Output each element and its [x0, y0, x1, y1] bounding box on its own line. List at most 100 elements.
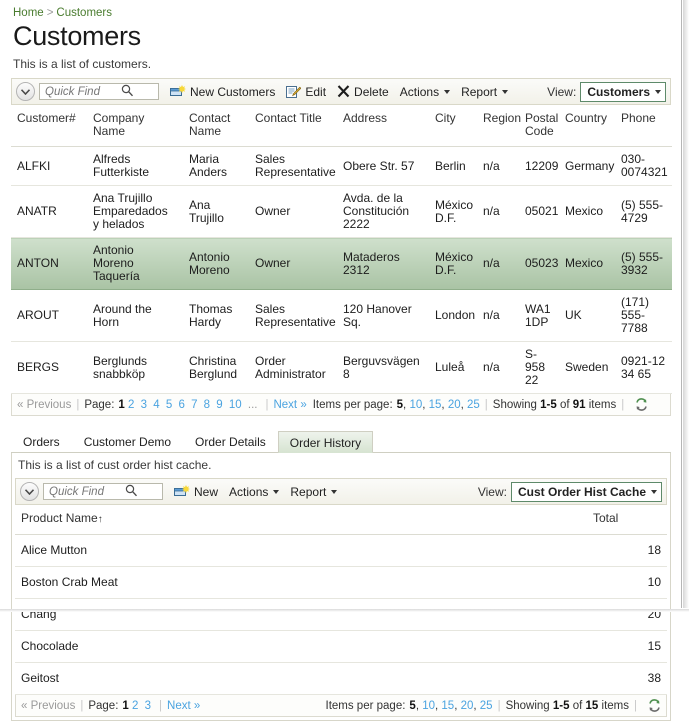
ipp-link[interactable]: 25	[480, 700, 493, 712]
ipp-link[interactable]: 15	[429, 399, 442, 411]
panel-toolbar: Quick Find New Actions Report View: Cust…	[15, 478, 667, 505]
list-item[interactable]: Geitost 38	[15, 662, 667, 695]
breadcrumb: Home > Customers	[0, 0, 681, 19]
actions-menu[interactable]: Actions	[229, 485, 280, 499]
next-page-link[interactable]: Next »	[273, 399, 306, 411]
new-customers-label: New Customers	[190, 84, 276, 99]
cell-contact-title: Owner	[249, 185, 337, 238]
report-menu[interactable]: Report	[461, 85, 509, 99]
chevron-down-icon	[331, 489, 338, 494]
cell-product-link[interactable]: Chocolade	[15, 630, 587, 663]
column-header-phone[interactable]: Phone	[615, 105, 672, 147]
tab-customer-demo[interactable]: Customer Demo	[72, 430, 183, 452]
window-shadow-right	[683, 0, 689, 608]
table-row[interactable]: BERGS Berglunds snabbköp Christina Bergl…	[11, 341, 672, 394]
view-select[interactable]: Cust Order Hist Cache	[510, 481, 662, 502]
table-row[interactable]: ALFKI Alfreds Futterkiste Maria Anders S…	[11, 146, 672, 186]
cell-company: Antonio Moreno Taquería	[87, 237, 183, 290]
cell-customer-link[interactable]: BERGS	[11, 341, 87, 394]
ipp-link[interactable]: 10	[422, 700, 435, 712]
column-header-customer[interactable]: Customer#	[11, 105, 87, 147]
column-header-address[interactable]: Address	[337, 105, 429, 147]
page-number-link[interactable]: 7	[191, 399, 197, 411]
column-header-company[interactable]: Company Name	[87, 105, 183, 147]
column-header-contact-name[interactable]: Contact Name	[183, 105, 249, 147]
column-header-region[interactable]: Region	[477, 105, 521, 147]
report-menu[interactable]: Report	[290, 485, 338, 499]
new-customers-button[interactable]: New Customers	[170, 84, 276, 99]
column-header-contact-title[interactable]: Contact Title	[249, 105, 337, 147]
tab-orders[interactable]: Orders	[11, 430, 72, 452]
ipp-link[interactable]: 10	[409, 399, 422, 411]
new-record-icon	[170, 84, 186, 99]
search-input[interactable]: Quick Find	[39, 83, 159, 100]
page-number-link[interactable]: 10	[229, 399, 242, 411]
table-row[interactable]: AROUT Around the Horn Thomas Hardy Sales…	[11, 289, 672, 342]
cell-postal: WA1 1DP	[519, 289, 559, 342]
breadcrumb-home[interactable]: Home	[13, 7, 44, 19]
previous-page-link[interactable]: « Previous	[21, 700, 75, 712]
app-page: Home > Customers Customers This is a list …	[0, 0, 682, 721]
cell-total: 10	[587, 566, 667, 599]
table-row[interactable]: ANATR Ana Trujillo Emparedados y helados…	[11, 185, 672, 238]
page-number-link[interactable]: 9	[216, 399, 222, 411]
cell-contact-name: Maria Anders	[183, 146, 249, 186]
page-number-link[interactable]: 4	[153, 399, 159, 411]
showing-of: of	[572, 699, 583, 712]
page-number-link[interactable]: 2	[128, 399, 134, 411]
cell-product-link[interactable]: Geitost	[15, 662, 587, 695]
list-item[interactable]: Chocolade 15	[15, 630, 667, 663]
delete-button[interactable]: Delete	[337, 85, 389, 99]
page-number-link[interactable]: 8	[204, 399, 210, 411]
cell-country: Germany	[559, 146, 615, 186]
cell-customer-link[interactable]: ALFKI	[11, 146, 87, 186]
page-number-link[interactable]: 5	[166, 399, 172, 411]
chevron-down-icon	[651, 489, 657, 494]
column-header-city[interactable]: City	[429, 105, 477, 147]
refresh-icon[interactable]	[635, 398, 648, 411]
edit-button[interactable]: Edit	[286, 85, 326, 99]
search-input[interactable]: Quick Find	[43, 483, 163, 500]
page-number-link[interactable]: 2	[132, 700, 138, 712]
cell-postal: S-958 22	[519, 341, 559, 394]
page-number-link[interactable]: 6	[178, 399, 184, 411]
next-page-link[interactable]: Next »	[167, 700, 200, 712]
order-history-pager: « Previous | Page: 1 2 3 | Next » Items …	[15, 695, 667, 717]
list-item[interactable]: Boston Crab Meat 10	[15, 566, 667, 599]
chevron-down-icon[interactable]	[20, 482, 39, 501]
cell-product-link[interactable]: Alice Mutton	[15, 534, 587, 567]
table-row-selected[interactable]: ANTON Antonio Moreno Taquería Antonio Mo…	[11, 237, 672, 290]
breadcrumb-current[interactable]: Customers	[56, 7, 112, 19]
cell-product-link[interactable]: Boston Crab Meat	[15, 566, 587, 599]
new-button[interactable]: New	[174, 484, 218, 499]
cell-address: 120 Hanover Sq.	[337, 289, 429, 342]
chevron-down-icon[interactable]	[16, 82, 35, 101]
column-header-postal[interactable]: Postal Code	[519, 105, 559, 147]
page-number-link[interactable]: 3	[141, 399, 147, 411]
cell-customer-link[interactable]: AROUT	[11, 289, 87, 342]
tab-order-history[interactable]: Order History	[277, 431, 374, 453]
actions-menu[interactable]: Actions	[400, 85, 451, 99]
ipp-link[interactable]: 20	[448, 399, 461, 411]
cell-customer-link[interactable]: ANTON	[11, 237, 87, 290]
tab-order-details[interactable]: Order Details	[183, 430, 278, 452]
ipp-link[interactable]: 25	[467, 399, 480, 411]
ipp-link[interactable]: 15	[441, 700, 454, 712]
list-item[interactable]: Chang 20	[15, 598, 667, 631]
refresh-icon[interactable]	[648, 699, 661, 712]
previous-page-link[interactable]: « Previous	[17, 399, 71, 411]
cell-country: Mexico	[559, 237, 615, 290]
column-header-country[interactable]: Country	[559, 105, 615, 147]
view-select[interactable]: Customers	[580, 81, 666, 102]
cell-city: Berlin	[429, 146, 477, 186]
cell-customer-link[interactable]: ANATR	[11, 185, 87, 238]
column-header-product-name[interactable]: Product Name↑	[15, 505, 587, 535]
column-header-total[interactable]: Total	[587, 505, 667, 535]
chevron-down-icon	[444, 89, 451, 94]
ipp-link[interactable]: 20	[461, 700, 474, 712]
view-select-value: Cust Order Hist Cache	[517, 484, 646, 499]
cell-company: Ana Trujillo Emparedados y helados	[87, 185, 183, 238]
cell-product-link[interactable]: Chang	[15, 598, 587, 631]
list-item[interactable]: Alice Mutton 18	[15, 534, 667, 567]
page-number-link[interactable]: 3	[145, 700, 151, 712]
